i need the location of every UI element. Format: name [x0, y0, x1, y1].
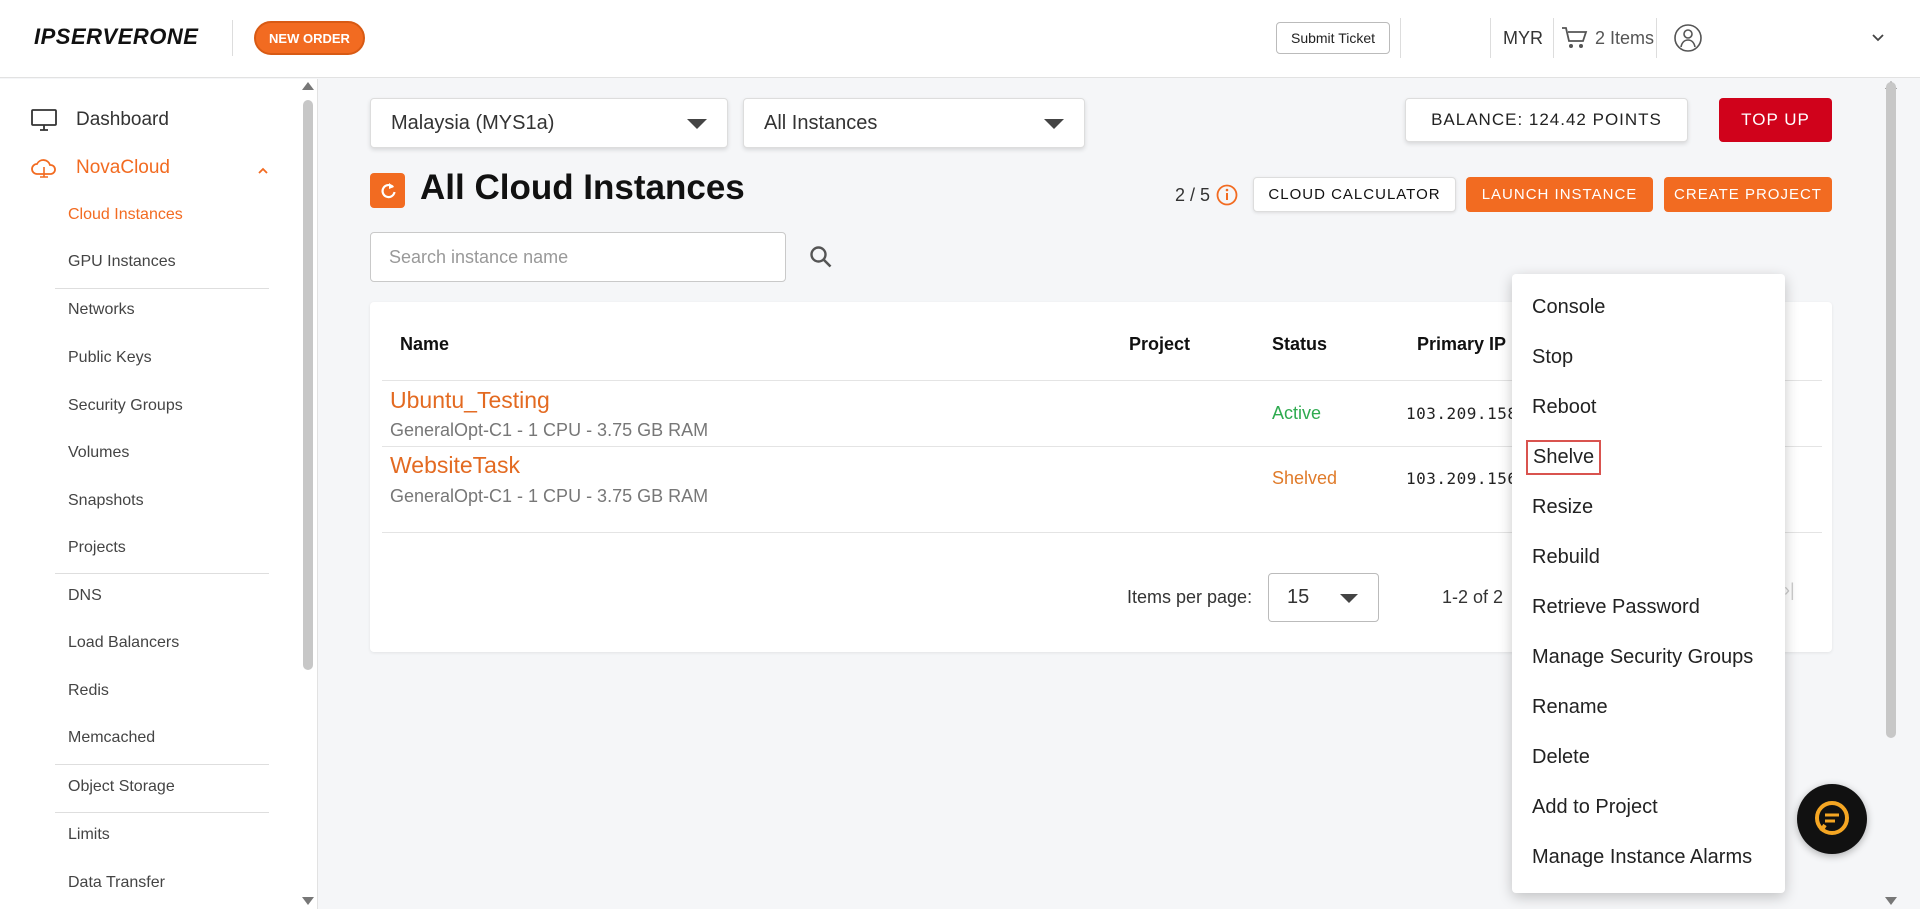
instance-filter-value: All Instances [764, 111, 878, 134]
instance-spec: GeneralOpt-C1 - 1 CPU - 3.75 GB RAM [390, 486, 709, 506]
column-header-project[interactable]: Project [1129, 334, 1190, 355]
sidebar-item-public-keys[interactable]: Public Keys [68, 349, 152, 367]
cart-count-label: 2 Items [1595, 27, 1655, 48]
sidebar-scroll-down[interactable] [302, 897, 314, 905]
column-header-primary-ip[interactable]: Primary IP [1417, 334, 1506, 355]
chevron-up-icon[interactable] [257, 165, 269, 177]
instance-name-link[interactable]: WebsiteTask [390, 452, 520, 479]
menu-item-rebuild[interactable]: Rebuild [1532, 546, 1600, 569]
sidebar-divider [55, 812, 269, 813]
last-page-button[interactable]: ›| [1784, 580, 1795, 601]
refresh-button[interactable] [370, 173, 405, 208]
submit-ticket-button[interactable]: Submit Ticket [1276, 22, 1390, 54]
menu-item-stop[interactable]: Stop [1532, 346, 1573, 369]
instance-name-link[interactable]: Ubuntu_Testing [390, 387, 550, 414]
caret-down-icon [1044, 119, 1064, 129]
sidebar-item-dns[interactable]: DNS [68, 587, 102, 605]
page-title: All Cloud Instances [420, 168, 745, 207]
column-header-status[interactable]: Status [1272, 334, 1327, 355]
currency-selector[interactable]: MYR [1503, 28, 1543, 49]
header-divider [1553, 18, 1554, 58]
menu-item-rename[interactable]: Rename [1532, 696, 1608, 719]
search-icon[interactable] [808, 244, 834, 270]
sidebar-item-object-storage[interactable]: Object Storage [68, 778, 175, 796]
header-divider [1656, 18, 1657, 58]
menu-item-manage-security-groups[interactable]: Manage Security Groups [1532, 646, 1753, 669]
chat-icon [1815, 801, 1849, 835]
create-project-button[interactable]: CREATE PROJECT [1664, 177, 1832, 212]
top-header: IPSERVERONE NEW ORDER Submit Ticket MYR … [0, 0, 1920, 78]
sidebar-divider [55, 573, 269, 574]
caret-down-icon [687, 119, 707, 129]
region-select[interactable]: Malaysia (MYS1a) [370, 98, 728, 148]
status-badge: Shelved [1272, 468, 1338, 488]
sidebar-scrollbar[interactable] [303, 100, 313, 670]
balance-display: BALANCE: 124.42 POINTS [1405, 98, 1688, 142]
menu-item-delete[interactable]: Delete [1532, 746, 1590, 769]
primary-ip: 103.209.158. [1406, 404, 1528, 423]
sidebar-item-networks[interactable]: Networks [68, 301, 135, 319]
monitor-icon [31, 109, 57, 131]
sidebar-item-projects[interactable]: Projects [68, 539, 126, 557]
sidebar-item-gpu-instances[interactable]: GPU Instances [68, 253, 176, 271]
menu-item-resize[interactable]: Resize [1532, 496, 1593, 519]
chat-button[interactable] [1797, 784, 1867, 854]
sidebar-scroll-up[interactable] [302, 82, 314, 90]
pagination-range: 1-2 of 2 [1442, 587, 1504, 607]
menu-item-add-to-project[interactable]: Add to Project [1532, 796, 1658, 819]
sidebar-item-snapshots[interactable]: Snapshots [68, 492, 144, 510]
menu-item-reboot[interactable]: Reboot [1532, 396, 1597, 419]
menu-item-console[interactable]: Console [1532, 296, 1605, 319]
refresh-icon [380, 182, 396, 198]
sidebar-divider [55, 764, 269, 765]
chevron-down-icon[interactable] [1870, 30, 1886, 46]
search-input[interactable] [370, 232, 786, 282]
sidebar-item-memcached[interactable]: Memcached [68, 729, 155, 747]
cloud-calculator-button[interactable]: CLOUD CALCULATOR [1253, 177, 1456, 212]
status-badge: Active [1272, 403, 1322, 423]
sidebar-item-security-groups[interactable]: Security Groups [68, 397, 183, 415]
brand-logo[interactable]: IPSERVERONE [34, 24, 198, 50]
sidebar-item-redis[interactable]: Redis [68, 682, 109, 700]
instance-quota: 2 / 5 [1175, 184, 1238, 206]
sidebar-item-label: Dashboard [76, 109, 169, 130]
column-header-name[interactable]: Name [400, 334, 449, 355]
sidebar-item-dashboard[interactable]: Dashboard [30, 107, 169, 133]
instance-spec: GeneralOpt-C1 - 1 CPU - 3.75 GB RAM [390, 420, 709, 440]
sidebar-item-volumes[interactable]: Volumes [68, 444, 129, 462]
quota-value: 2 / 5 [1175, 184, 1211, 205]
region-select-value: Malaysia (MYS1a) [391, 111, 555, 134]
logo-divider [232, 20, 233, 56]
menu-item-shelve[interactable]: Shelve [1525, 440, 1602, 475]
header-divider [1490, 18, 1491, 58]
sidebar-item-load-balancers[interactable]: Load Balancers [68, 634, 179, 652]
main-scrollbar[interactable] [1886, 82, 1896, 738]
instance-action-menu: Console Stop Reboot Shelve Resize Rebuil… [1512, 274, 1785, 893]
new-order-button[interactable]: NEW ORDER [254, 21, 365, 55]
user-avatar-icon[interactable] [1673, 23, 1703, 53]
items-per-page-value: 15 [1287, 586, 1310, 608]
cart-icon [1562, 27, 1588, 48]
info-icon[interactable] [1216, 184, 1238, 206]
top-up-button[interactable]: TOP UP [1719, 98, 1832, 142]
menu-item-manage-instance-alarms[interactable]: Manage Instance Alarms [1532, 846, 1752, 869]
sidebar-item-label: NovaCloud [76, 157, 170, 178]
instance-filter-select[interactable]: All Instances [743, 98, 1085, 148]
sidebar: Dashboard NovaCloud Cloud Instances GPU … [0, 79, 318, 909]
main-scroll-down[interactable] [1885, 897, 1897, 905]
sidebar-item-novacloud[interactable]: NovaCloud [30, 155, 170, 181]
sidebar-item-limits[interactable]: Limits [68, 826, 110, 844]
sidebar-divider [55, 288, 269, 289]
sidebar-item-data-transfer[interactable]: Data Transfer [68, 874, 165, 892]
cloud-icon [31, 159, 56, 178]
caret-down-icon [1340, 594, 1358, 603]
cart-button[interactable]: 2 Items [1561, 26, 1654, 50]
items-per-page-label: Items per page: [1127, 587, 1253, 607]
header-divider [1400, 18, 1401, 58]
menu-item-retrieve-password[interactable]: Retrieve Password [1532, 596, 1700, 619]
primary-ip: 103.209.156. [1406, 469, 1528, 488]
items-per-page-select[interactable]: 15 [1268, 573, 1379, 622]
launch-instance-button[interactable]: LAUNCH INSTANCE [1466, 177, 1653, 212]
sidebar-item-cloud-instances[interactable]: Cloud Instances [68, 206, 183, 224]
